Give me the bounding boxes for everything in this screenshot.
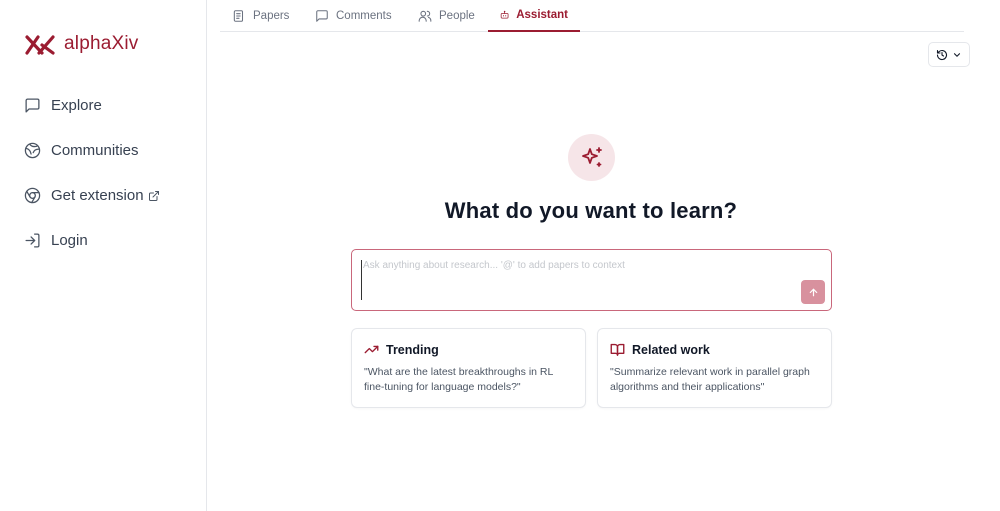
users-icon [418, 10, 432, 22]
sidebar-item-login[interactable]: Login [24, 232, 88, 249]
suggestion-card-related-work[interactable]: Related work "Summarize relevant work in… [597, 328, 832, 408]
logo[interactable]: alphaXiv [25, 33, 138, 55]
tab-label: People [439, 10, 475, 22]
comment-icon [316, 10, 328, 22]
message-square-icon [25, 98, 40, 113]
page-title: What do you want to learn? [444, 198, 738, 223]
chrome-icon [24, 187, 41, 204]
sidebar-item-get-extension[interactable]: Get extension [24, 187, 160, 204]
send-button[interactable] [801, 280, 825, 304]
trending-up-icon [364, 345, 379, 354]
globe-icon [24, 142, 41, 159]
external-link-icon [148, 190, 159, 201]
suggestion-text: "Summarize relevant work in parallel gra… [610, 366, 810, 393]
suggestion-title: Related work [632, 342, 710, 357]
brand-name: alphaXiv [64, 33, 139, 54]
tab-comments[interactable]: Comments [303, 0, 404, 32]
chevron-down-icon [953, 52, 961, 57]
papers-icon [233, 10, 244, 22]
book-open-icon [610, 343, 625, 356]
tab-people[interactable]: People [406, 0, 487, 32]
tab-bar: Papers Comments People Assistant [220, 0, 964, 32]
tab-papers[interactable]: Papers [220, 0, 301, 32]
assistant-query-input[interactable] [361, 260, 791, 300]
sidebar: alphaXiv Explore Communities Get extensi… [0, 0, 207, 511]
alphaxiv-logo-icon [25, 35, 55, 55]
tab-label: Comments [336, 10, 392, 22]
login-icon [25, 233, 40, 248]
suggestion-title: Trending [386, 342, 439, 357]
assistant-input-container [351, 249, 832, 311]
sidebar-item-label: Communities [51, 142, 139, 159]
history-dropdown-button[interactable] [928, 42, 970, 67]
assistant-badge [568, 134, 615, 181]
sparkles-icon [581, 146, 602, 167]
bot-icon [500, 10, 509, 19]
tab-label: Assistant [516, 9, 568, 21]
sidebar-item-explore[interactable]: Explore [24, 97, 102, 114]
history-icon [936, 49, 948, 60]
sidebar-item-label: Login [51, 232, 88, 249]
suggestion-card-trending[interactable]: Trending "What are the latest breakthrou… [351, 328, 586, 408]
arrow-up-icon [809, 288, 817, 296]
sidebar-item-communities[interactable]: Communities [24, 142, 139, 159]
tab-label: Papers [253, 10, 290, 22]
sidebar-item-label: Get extension [51, 187, 144, 204]
suggestion-text: "What are the latest breakthroughs in RL… [364, 366, 553, 393]
sidebar-item-label: Explore [51, 97, 102, 114]
tab-assistant[interactable]: Assistant [488, 0, 580, 32]
